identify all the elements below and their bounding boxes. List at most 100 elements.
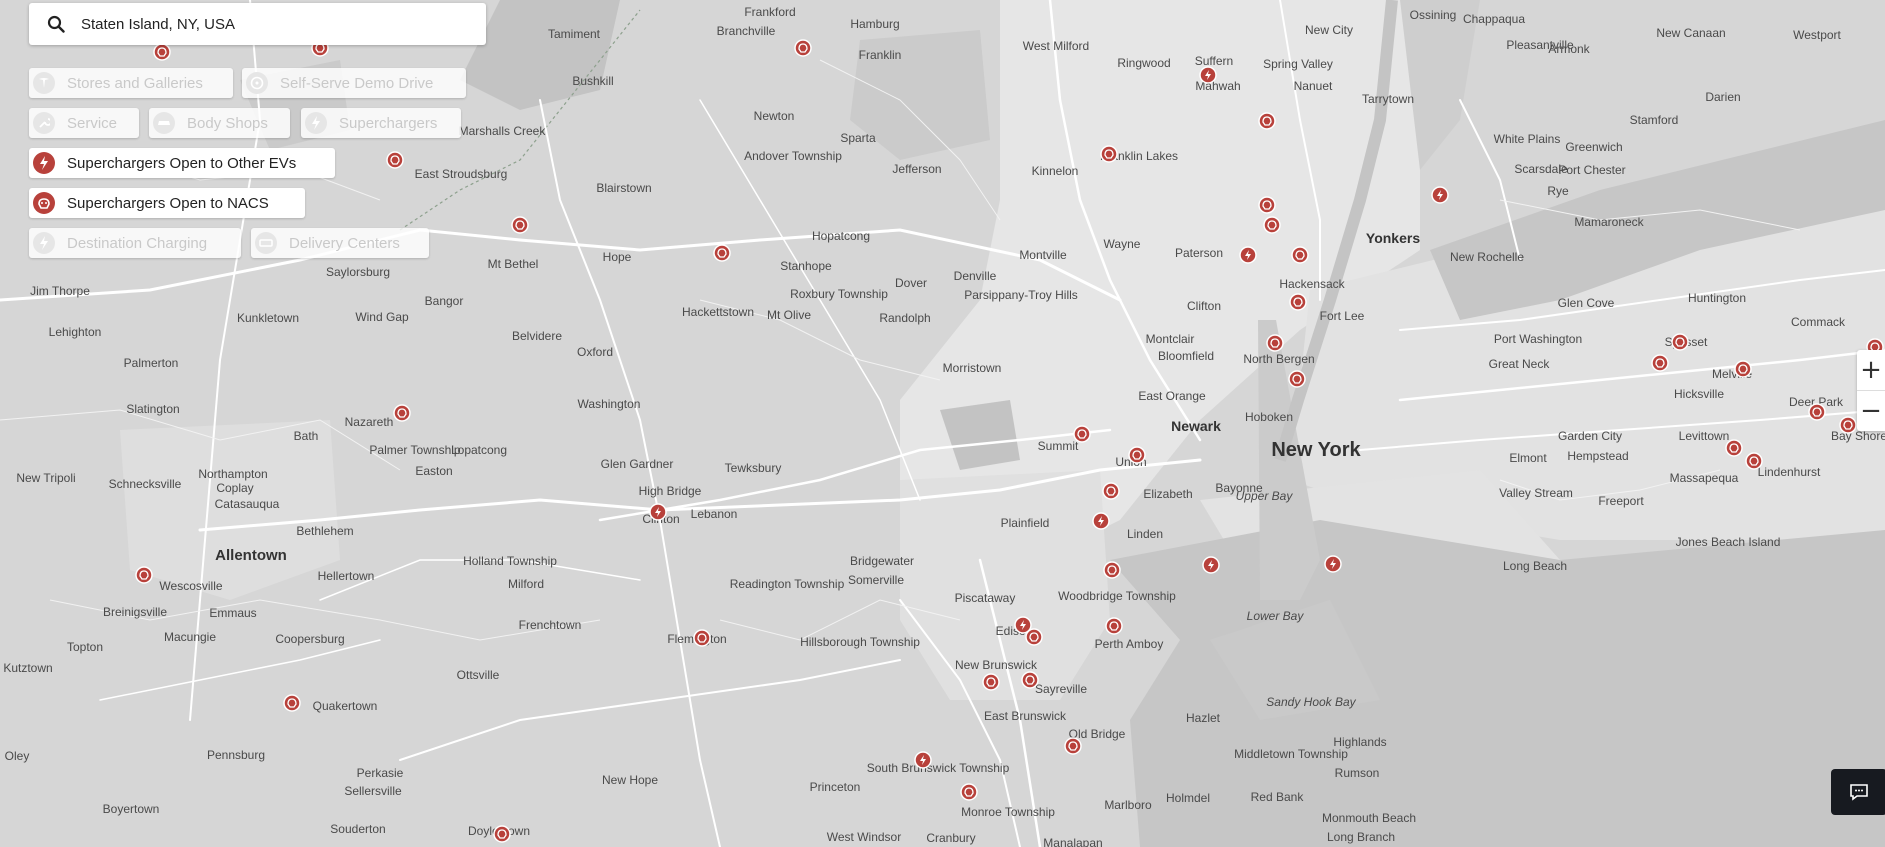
town-label: Kinnelon — [1032, 164, 1079, 178]
supercharger-nacs-pin[interactable] — [1734, 360, 1752, 378]
filter-label: Stores and Galleries — [67, 74, 203, 92]
supercharger-nacs-pin[interactable] — [493, 825, 511, 843]
supercharger-other-evs-pin[interactable] — [1431, 186, 1449, 204]
supercharger-other-evs-pin[interactable] — [1092, 512, 1110, 530]
supercharger-other-evs-pin[interactable] — [649, 503, 667, 521]
location-search-bar[interactable] — [29, 3, 486, 45]
filter-superchargers[interactable]: Superchargers — [301, 108, 461, 138]
town-label: Coplay — [216, 481, 253, 495]
town-label: Lower Bay — [1247, 609, 1305, 623]
town-label: Jim Thorpe — [30, 284, 90, 298]
filter-delivery-centers[interactable]: Delivery Centers — [251, 228, 429, 258]
location-search-input[interactable] — [79, 14, 453, 34]
supercharger-nacs-pin[interactable] — [1103, 561, 1121, 579]
town-label: Montclair — [1146, 332, 1195, 346]
supercharger-nacs-pin[interactable] — [1725, 439, 1743, 457]
supercharger-nacs-pin[interactable] — [1064, 737, 1082, 755]
supercharger-nacs-pin[interactable] — [1025, 628, 1043, 646]
filter-body-shops[interactable]: Body Shops — [149, 108, 290, 138]
supercharger-nacs-pin[interactable] — [1128, 446, 1146, 464]
town-label: Armonk — [1548, 42, 1590, 56]
town-label: Middletown Township — [1234, 747, 1348, 761]
town-label: Slatington — [126, 402, 179, 416]
town-label: Spring Valley — [1263, 57, 1333, 71]
supercharger-nacs-pin[interactable] — [1105, 617, 1123, 635]
supercharger-nacs-pin[interactable] — [386, 151, 404, 169]
supercharger-nacs-pin[interactable] — [1671, 333, 1689, 351]
supercharger-nacs-pin[interactable] — [1263, 216, 1281, 234]
supercharger-nacs-pin[interactable] — [1839, 416, 1857, 434]
town-label: Schnecksville — [109, 477, 182, 491]
town-label: Catasauqua — [215, 497, 280, 511]
supercharger-nacs-pin[interactable] — [1291, 246, 1309, 264]
supercharger-nacs-pin[interactable] — [960, 783, 978, 801]
supercharger-nacs-pin[interactable] — [713, 244, 731, 262]
filter-label: Delivery Centers — [289, 234, 400, 252]
supercharger-nacs-pin[interactable] — [693, 629, 711, 647]
filter-superchargers-open-to-other-evs[interactable]: Superchargers Open to Other EVs — [29, 148, 335, 178]
town-label: Emmaus — [209, 606, 256, 620]
supercharger-nacs-pin[interactable] — [511, 216, 529, 234]
supercharger-nacs-pin[interactable] — [1258, 112, 1276, 130]
wrench-icon — [33, 112, 55, 134]
town-label: Valley Stream — [1499, 486, 1573, 500]
town-label: New Canaan — [1656, 26, 1725, 40]
town-label: Pennsburg — [207, 748, 265, 762]
supercharger-nacs-pin[interactable] — [1258, 196, 1276, 214]
supercharger-nacs-pin[interactable] — [393, 404, 411, 422]
supercharger-nacs-pin[interactable] — [794, 39, 812, 57]
town-label: East Orange — [1138, 389, 1206, 403]
town-label: White Plains — [1494, 132, 1561, 146]
supercharger-nacs-pin[interactable] — [283, 694, 301, 712]
supercharger-other-evs-pin[interactable] — [1199, 66, 1217, 84]
town-label: Bangor — [425, 294, 464, 308]
town-label: Darien — [1705, 90, 1740, 104]
steering-wheel-icon — [246, 72, 268, 94]
town-label: Hackensack — [1279, 277, 1345, 291]
supercharger-nacs-pin[interactable] — [1808, 403, 1826, 421]
town-label: Westport — [1793, 28, 1841, 42]
zoom-in-button[interactable]: + — [1857, 350, 1885, 390]
town-label: Blairstown — [596, 181, 651, 195]
town-label: Hamburg — [850, 17, 899, 31]
chat-button[interactable] — [1831, 769, 1885, 815]
zoom-out-button[interactable]: − — [1857, 390, 1885, 431]
filter-self-serve-demo-drive[interactable]: Self-Serve Demo Drive — [242, 68, 466, 98]
town-label: Lehighton — [49, 325, 102, 339]
supercharger-other-evs-pin[interactable] — [1202, 556, 1220, 574]
town-label: Hempstead — [1567, 449, 1628, 463]
supercharger-nacs-pin[interactable] — [1102, 482, 1120, 500]
filter-service[interactable]: Service — [29, 108, 139, 138]
supercharger-nacs-pin[interactable] — [1021, 671, 1039, 689]
town-label: Coopersburg — [275, 632, 344, 646]
filter-stores-and-galleries[interactable]: Stores and Galleries — [29, 68, 233, 98]
supercharger-nacs-pin[interactable] — [1651, 354, 1669, 372]
town-label: Andover Township — [744, 149, 842, 163]
supercharger-nacs-pin[interactable] — [1266, 334, 1284, 352]
town-label: Lopatcong — [451, 443, 507, 457]
town-label: Chappaqua — [1463, 12, 1525, 26]
town-label: New Brunswick — [955, 658, 1038, 672]
town-label: Fort Lee — [1320, 309, 1365, 323]
supercharger-nacs-pin[interactable] — [1288, 370, 1306, 388]
supercharger-nacs-pin[interactable] — [1289, 293, 1307, 311]
supercharger-nacs-pin[interactable] — [1073, 425, 1091, 443]
filter-destination-charging[interactable]: Destination Charging — [29, 228, 241, 258]
town-label: Somerville — [848, 573, 904, 587]
supercharger-other-evs-pin[interactable] — [1239, 246, 1257, 264]
town-label: Hicksville — [1674, 387, 1724, 401]
city-label: Allentown — [215, 547, 287, 564]
supercharger-other-evs-pin[interactable] — [1324, 555, 1342, 573]
town-label: Souderton — [330, 822, 385, 836]
supercharger-nacs-pin[interactable] — [1745, 452, 1763, 470]
supercharger-nacs-pin[interactable] — [1100, 145, 1118, 163]
town-label: Rumson — [1335, 766, 1380, 780]
supercharger-other-evs-pin[interactable] — [914, 751, 932, 769]
supercharger-nacs-pin[interactable] — [153, 43, 171, 61]
supercharger-nacs-pin[interactable] — [982, 673, 1000, 691]
filter-superchargers-open-to-nacs[interactable]: Superchargers Open to NACS — [29, 188, 305, 218]
town-label: Princeton — [810, 780, 861, 794]
supercharger-nacs-pin[interactable] — [135, 566, 153, 584]
town-label: Ossining — [1410, 8, 1457, 22]
town-label: Manalapan — [1043, 836, 1102, 847]
